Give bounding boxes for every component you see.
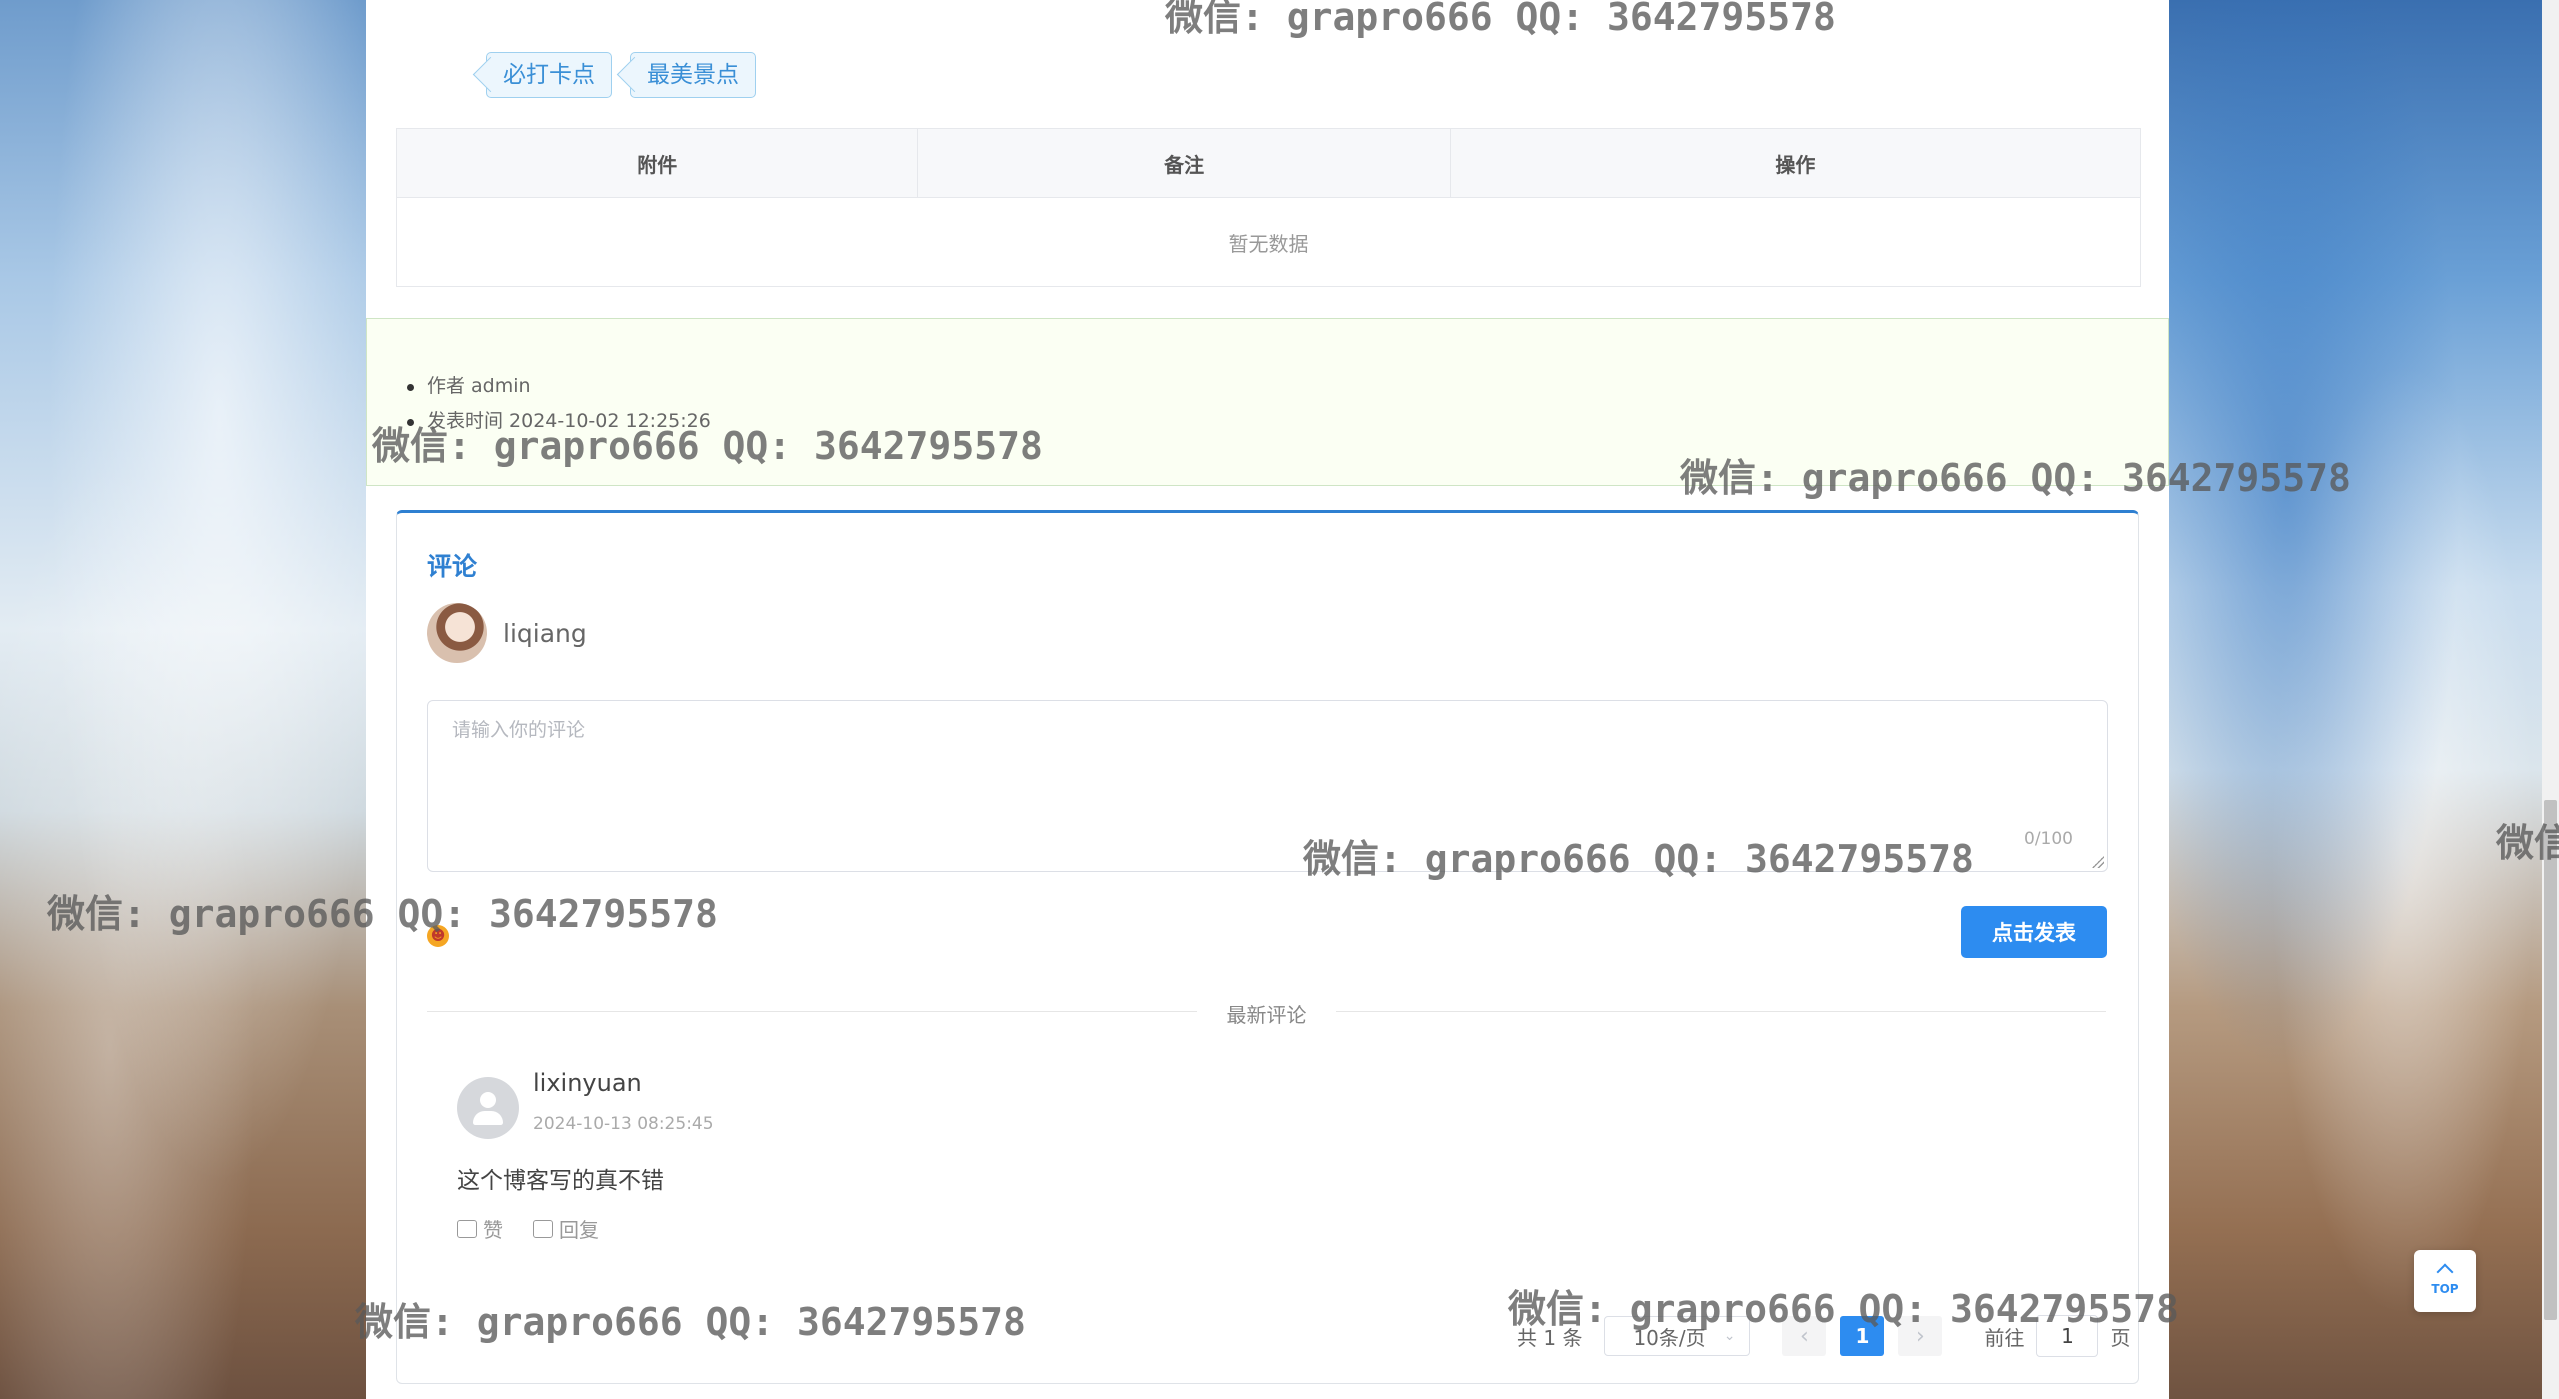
like-button[interactable]: 赞 — [457, 1214, 503, 1243]
background-left — [0, 0, 366, 1399]
comment-time: 2024-10-13 08:25:45 — [533, 1114, 714, 1134]
table-header: 附件 备注 操作 — [397, 129, 2140, 198]
like-label: 赞 — [483, 1218, 503, 1242]
tag-label: 最美景点 — [647, 62, 739, 88]
post-author: 作者 admin — [407, 369, 711, 404]
column-header-actions: 操作 — [1775, 152, 1816, 177]
comments-panel: 评论 liqiang 请输入你的评论 0/100 ☻ 点击发表 最新评论 lix… — [396, 510, 2139, 1384]
tag-item[interactable]: 必打卡点 — [486, 52, 612, 98]
tag-label: 必打卡点 — [503, 62, 595, 88]
resize-handle-icon[interactable] — [2092, 856, 2104, 868]
thumbs-up-icon — [457, 1219, 477, 1238]
comment-author: lixinyuan — [533, 1069, 642, 1097]
comment-actions: 赞 回复 — [457, 1214, 599, 1243]
watermark: 微信 — [2496, 821, 2559, 865]
divider-label: 最新评论 — [1226, 1003, 1307, 1027]
watermark: 微信: grapro666 QQ: 3642795578 — [1508, 1287, 2179, 1331]
scrollbar[interactable] — [2542, 0, 2559, 1399]
tag-list: 必打卡点 最美景点 — [486, 52, 756, 98]
current-username: liqiang — [503, 618, 587, 648]
back-to-top-button[interactable]: TOP — [2414, 1250, 2476, 1312]
table-empty-text: 暂无数据 — [1228, 231, 1309, 256]
tag-item[interactable]: 最美景点 — [630, 52, 756, 98]
watermark: 微信: grapro666 QQ: 3642795578 — [1680, 456, 2351, 500]
watermark: 微信: grapro666 QQ: 3642795578 — [1165, 0, 1836, 39]
latest-comments-divider: 最新评论 — [427, 997, 2106, 1027]
comment-text: 这个博客写的真不错 — [457, 1168, 664, 1194]
comment-input-placeholder: 请输入你的评论 — [452, 719, 586, 741]
reply-button[interactable]: 回复 — [533, 1214, 599, 1243]
reply-label: 回复 — [559, 1218, 599, 1242]
background-right — [2169, 0, 2559, 1399]
avatar — [457, 1077, 519, 1139]
arrow-up-icon — [2436, 1263, 2454, 1281]
avatar — [427, 603, 487, 663]
char-counter: 0/100 — [2024, 829, 2073, 849]
back-to-top-label: TOP — [2431, 1282, 2459, 1296]
watermark: 微信: grapro666 QQ: 3642795578 — [372, 424, 1043, 468]
attachments-table: 附件 备注 操作 暂无数据 — [396, 128, 2141, 287]
watermark: 微信: grapro666 QQ: 3642795578 — [47, 892, 718, 936]
main-content: 必打卡点 最美景点 附件 备注 操作 暂无数据 作者 admin 发表时间 20… — [366, 0, 2169, 1399]
watermark: 微信: grapro666 QQ: 3642795578 — [1303, 837, 1974, 881]
chat-bubble-icon — [533, 1219, 553, 1238]
current-user: liqiang — [427, 603, 587, 663]
scrollbar-thumb[interactable] — [2544, 800, 2557, 1320]
column-header-attachment: 附件 — [397, 129, 919, 197]
column-header-remark: 备注 — [918, 129, 1451, 197]
submit-comment-button[interactable]: 点击发表 — [1961, 906, 2107, 958]
comments-title: 评论 — [427, 552, 478, 581]
watermark: 微信: grapro666 QQ: 3642795578 — [355, 1300, 1026, 1344]
